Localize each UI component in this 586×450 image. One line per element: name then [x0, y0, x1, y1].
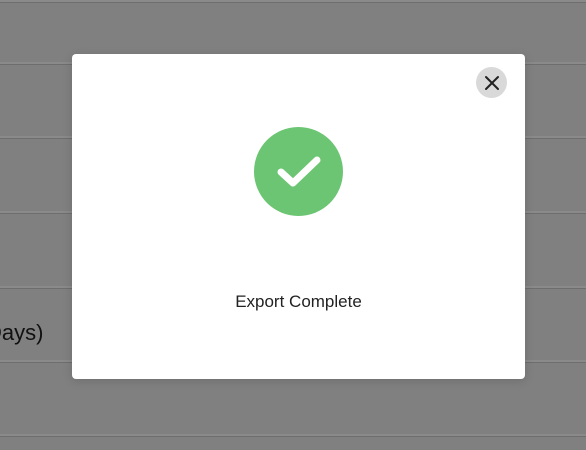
- close-icon: [484, 75, 499, 90]
- close-button[interactable]: [476, 67, 507, 98]
- dialog-message: Export Complete: [235, 292, 362, 311]
- export-complete-dialog: Export Complete: [72, 54, 525, 379]
- background-row-divider: [0, 434, 586, 436]
- background-row-label: Days): [0, 320, 44, 345]
- success-status-circle: [254, 127, 343, 216]
- checkmark-icon: [277, 156, 320, 186]
- background-row-divider: [0, 0, 586, 2]
